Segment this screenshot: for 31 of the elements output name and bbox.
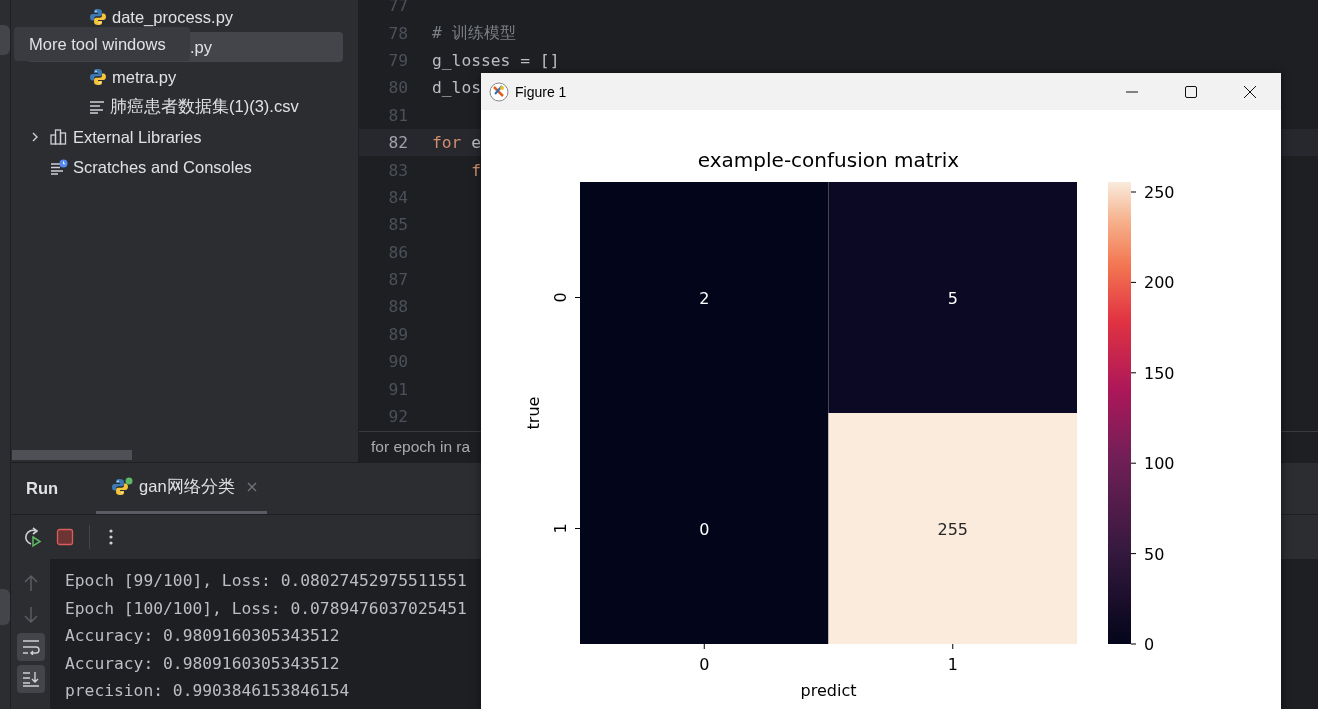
colorbar-tick-label: 150 bbox=[1144, 363, 1175, 383]
colorbar-tick-label: 100 bbox=[1144, 454, 1175, 474]
colorbar-tick-label: 50 bbox=[1144, 544, 1165, 564]
code-line: for e bbox=[432, 133, 482, 153]
console-line: Accuracy: 0.9809160305343512 bbox=[64, 652, 340, 675]
console-line: Epoch [100/100], Loss: 0.0789476037025451 bbox=[64, 597, 467, 620]
x-axis-label: predict bbox=[800, 681, 857, 700]
y-tick-label: 0 bbox=[551, 292, 570, 303]
cell-value: 0 bbox=[699, 519, 710, 539]
console-line: Accuracy: 0.9809160305343512 bbox=[64, 625, 340, 648]
console-line: precision: 0.9903846153846154 bbox=[64, 680, 350, 703]
panel-title: Run bbox=[26, 479, 59, 498]
y-axis-label: true bbox=[524, 396, 543, 430]
colorbar-tick-label: 0 bbox=[1144, 635, 1155, 654]
code-line: f bbox=[470, 160, 481, 180]
cell-value: 2 bbox=[699, 288, 710, 308]
line-number: 82 bbox=[387, 133, 409, 153]
chart-title: example-confusion matrix bbox=[697, 148, 960, 172]
x-tick-label: 0 bbox=[699, 655, 710, 674]
y-tick-label: 1 bbox=[551, 523, 570, 534]
x-tick-label: 1 bbox=[947, 655, 958, 674]
colorbar-tick-label: 250 bbox=[1144, 183, 1175, 202]
code-line: # 训练模型 bbox=[432, 22, 516, 45]
console-line: Epoch [99/100], Loss: 0.08027452975511551 bbox=[64, 570, 467, 593]
colorbar-tick-label: 200 bbox=[1144, 273, 1175, 293]
tooltip: More tool windows bbox=[14, 27, 190, 61]
code-line: d_los bbox=[432, 78, 481, 98]
code-line: g_losses = [] bbox=[432, 50, 560, 70]
cell-value: 5 bbox=[947, 288, 958, 308]
cell-value: 255 bbox=[937, 519, 968, 539]
window-title: Figure 1 bbox=[515, 83, 568, 100]
